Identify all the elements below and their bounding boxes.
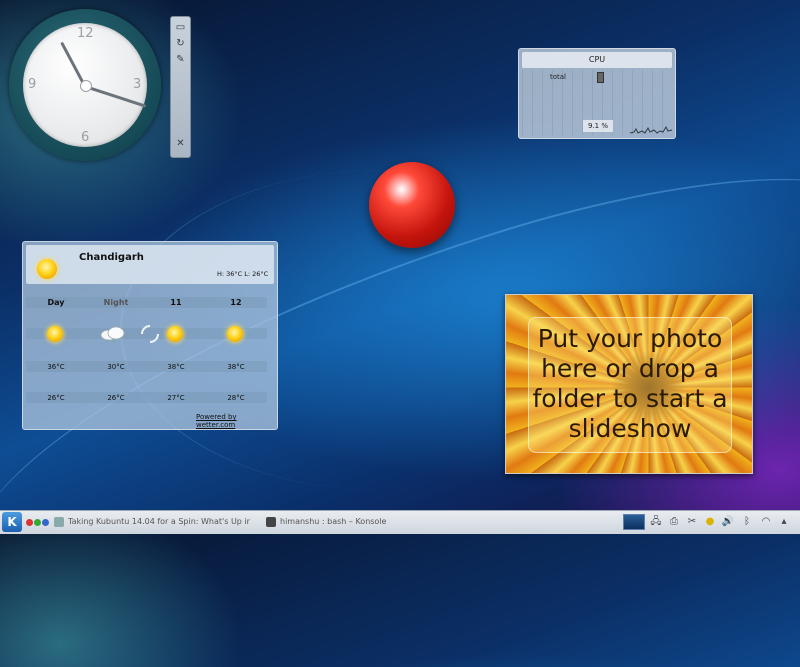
forecast-high: 38°C — [167, 363, 185, 371]
wifi-icon[interactable]: ◠ — [759, 515, 773, 529]
cloud-rain-icon — [100, 326, 125, 342]
forecast-col-12: 12 — [230, 298, 242, 307]
cpu-total-bar — [597, 72, 604, 83]
clock-face: 12 3 6 9 — [23, 23, 147, 147]
forecast-low: 26°C — [107, 394, 125, 402]
cpu-value: 9.1 % — [583, 120, 613, 132]
weather-header — [26, 245, 274, 284]
printer-icon[interactable]: ⎙ — [667, 515, 681, 529]
forecast-low: 26°C — [47, 394, 65, 402]
application-launcher-button[interactable]: K — [2, 512, 22, 532]
resize-icon[interactable]: ▭ — [174, 21, 187, 34]
loading-spinner-icon — [141, 325, 159, 343]
close-icon[interactable]: ✕ — [174, 137, 187, 150]
cpu-monitor-widget[interactable]: CPU total 9.1 % — [518, 48, 676, 139]
desktop-icon[interactable] — [623, 514, 645, 530]
clock-number-12: 12 — [77, 26, 94, 41]
sun-icon — [167, 326, 183, 342]
clock-center — [80, 80, 92, 92]
sun-icon — [47, 326, 63, 342]
picture-frame-drop-zone[interactable]: Put your photo here or drop a folder to … — [528, 317, 732, 453]
bluetooth-icon[interactable]: ᛒ — [741, 515, 753, 529]
cpu-title: CPU — [522, 52, 672, 68]
weather-widget[interactable]: Chandigarh H: 36°C L: 26°C Day Night 11 … — [22, 241, 278, 430]
picture-frame-widget[interactable]: Put your photo here or drop a folder to … — [505, 294, 753, 474]
red-ball-widget[interactable] — [369, 162, 455, 248]
activity-blue-icon[interactable] — [42, 519, 49, 526]
forecast-col-11: 11 — [170, 298, 182, 307]
picture-frame-message: Put your photo here or drop a folder to … — [532, 324, 728, 443]
forecast-low: 28°C — [227, 394, 245, 402]
forecast-high: 38°C — [227, 363, 245, 371]
task-konsole-label: himanshu : bash – Konsole — [280, 517, 387, 526]
analog-clock-widget[interactable]: 12 3 6 9 — [9, 9, 161, 161]
weather-credit-link[interactable]: Powered by wetter.com — [196, 413, 277, 429]
terminal-icon — [266, 516, 276, 527]
sun-icon — [37, 259, 57, 279]
weather-city: Chandigarh — [79, 252, 144, 263]
widget-handle-toolbox[interactable]: ▭ ↻ ✎ ✕ — [170, 16, 191, 158]
rotate-icon[interactable]: ↻ — [174, 37, 187, 50]
bulb-icon[interactable]: ● — [704, 515, 716, 529]
clock-number-6: 6 — [81, 130, 90, 145]
browser-icon — [54, 516, 64, 527]
task-browser[interactable]: Taking Kubuntu 14.04 for a Spin: What's … — [54, 513, 250, 531]
scissors-icon[interactable]: ✂ — [686, 515, 698, 529]
forecast-low: 27°C — [167, 394, 185, 402]
sun-icon — [227, 326, 243, 342]
forecast-high: 36°C — [47, 363, 65, 371]
weather-hilo: H: 36°C L: 26°C — [217, 270, 269, 278]
cpu-sparkline — [630, 125, 672, 134]
clock-number-9: 9 — [28, 77, 37, 92]
volume-icon[interactable]: 🔊 — [721, 515, 735, 529]
taskbar-panel: K Taking Kubuntu 14.04 for a Spin: What'… — [0, 510, 800, 534]
cpu-total-label: total — [550, 73, 567, 81]
forecast-high: 30°C — [107, 363, 125, 371]
wrench-icon[interactable]: ✎ — [174, 53, 187, 66]
task-browser-label: Taking Kubuntu 14.04 for a Spin: What's … — [68, 517, 250, 526]
forecast-col-night: Night — [103, 298, 129, 307]
activity-red-icon[interactable] — [26, 519, 33, 526]
activity-green-icon[interactable] — [34, 519, 41, 526]
clock-number-3: 3 — [133, 77, 142, 92]
forecast-col-day: Day — [47, 298, 65, 307]
task-konsole[interactable]: himanshu : bash – Konsole — [266, 513, 416, 531]
arrow-up-icon[interactable]: ▴ — [778, 515, 790, 529]
network-icon[interactable]: 🖧 — [650, 515, 662, 529]
